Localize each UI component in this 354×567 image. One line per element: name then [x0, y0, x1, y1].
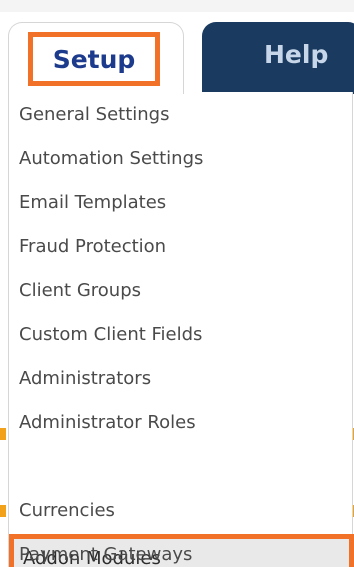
tab-help[interactable]: Help	[202, 22, 354, 94]
side-accent	[0, 505, 6, 517]
side-accent	[0, 428, 6, 440]
menu-item-currencies[interactable]: Currencies	[19, 488, 115, 532]
menu-item-client-groups[interactable]: Client Groups	[19, 268, 141, 312]
menu-item-fraud-protection[interactable]: Fraud Protection	[19, 224, 166, 268]
tab-setup-highlight: Setup	[28, 32, 160, 86]
menu-item-payment-gateways[interactable]: Payment Gateways	[19, 532, 192, 567]
tab-help-label: Help	[264, 40, 329, 69]
menu-item-email-templates[interactable]: Email Templates	[19, 180, 166, 224]
menu-item-general-settings[interactable]: General Settings	[19, 92, 170, 136]
setup-dropdown-menu: General Settings Automation Settings Ema…	[8, 92, 354, 567]
menu-item-administrator-roles[interactable]: Administrator Roles	[19, 400, 196, 444]
tab-setup[interactable]: Setup	[8, 22, 184, 94]
menu-item-custom-client-fields[interactable]: Custom Client Fields	[19, 312, 202, 356]
menu-item-administrators[interactable]: Administrators	[19, 356, 151, 400]
tab-setup-label: Setup	[52, 44, 136, 74]
menu-item-automation-settings[interactable]: Automation Settings	[19, 136, 203, 180]
header-strip	[0, 0, 354, 12]
